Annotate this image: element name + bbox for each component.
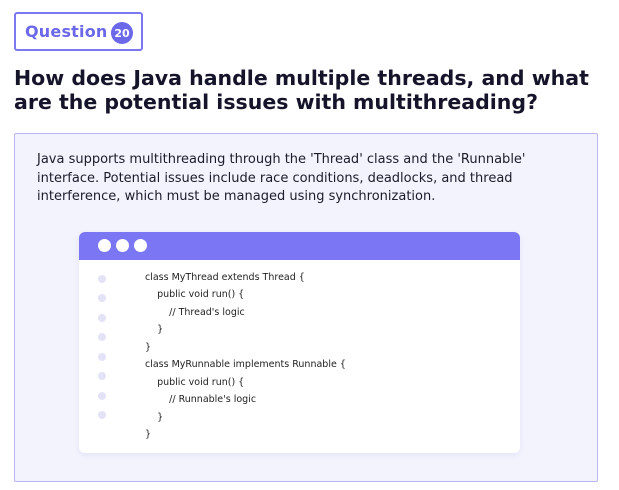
code-line: // Runnable's logic: [145, 394, 257, 405]
code-line: // Thread's logic: [145, 307, 245, 318]
code-line: }: [145, 429, 152, 440]
code-line: }: [145, 412, 164, 423]
line-marker-icon: [98, 372, 106, 380]
line-marker-icon: [98, 333, 106, 341]
code-line: }: [145, 324, 164, 335]
question-badge: Question 20: [14, 12, 143, 51]
line-marker-icon: [98, 392, 106, 400]
code-line: }: [145, 342, 152, 353]
question-number-badge: 20: [111, 22, 133, 44]
line-marker-icon: [98, 353, 106, 361]
code-line: public void run() {: [145, 289, 245, 300]
window-dot-icon: [116, 239, 129, 252]
code-line: public void run() {: [145, 377, 245, 388]
code-window-header: [79, 232, 520, 260]
line-marker-icon: [98, 294, 106, 302]
answer-text: Java supports multithreading through the…: [37, 152, 526, 204]
code-line: class MyThread extends Thread {: [145, 272, 305, 283]
badge-label: Question: [25, 22, 108, 41]
code-window: class MyThread extends Thread { public v…: [79, 232, 520, 453]
page: Question 20 How does Java handle multipl…: [0, 0, 619, 490]
window-dot-icon: [134, 239, 147, 252]
line-marker-icon: [98, 411, 106, 419]
line-marker-icon: [98, 314, 106, 322]
answer-card: Java supports multithreading through the…: [14, 133, 598, 482]
line-marker-icon: [98, 275, 106, 283]
question-title: How does Java handle multiple threads, a…: [14, 66, 589, 114]
code-gutter: [79, 260, 125, 453]
window-dot-icon: [98, 239, 111, 252]
code-line: class MyRunnable implements Runnable {: [145, 359, 346, 370]
